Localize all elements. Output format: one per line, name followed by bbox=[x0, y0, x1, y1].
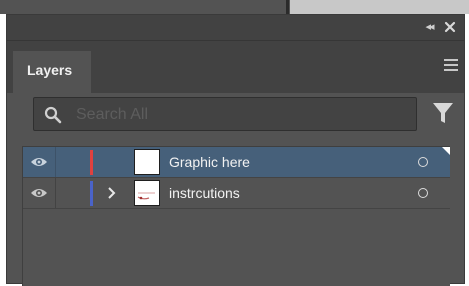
close-icon[interactable] bbox=[444, 21, 456, 33]
layer-name[interactable]: Graphic here bbox=[169, 154, 250, 170]
layer-row[interactable]: instrcutions bbox=[23, 178, 450, 209]
layer-thumbnail bbox=[134, 149, 160, 175]
background-light-area bbox=[290, 0, 469, 14]
chevron-right-icon[interactable] bbox=[105, 186, 117, 200]
layer-thumbnail bbox=[134, 180, 160, 206]
collapse-icon[interactable]: ◂◂ bbox=[422, 21, 436, 33]
layer-name[interactable]: instrcutions bbox=[169, 185, 240, 201]
search-input[interactable] bbox=[74, 102, 408, 128]
target-circle-icon[interactable] bbox=[418, 188, 428, 198]
eye-icon[interactable] bbox=[30, 155, 48, 169]
eye-icon[interactable] bbox=[30, 186, 48, 200]
tab-layers-label: Layers bbox=[27, 62, 73, 78]
background-dark-area bbox=[0, 0, 290, 14]
layers-list: Graphic here instrcutions bbox=[22, 146, 450, 286]
filter-icon[interactable] bbox=[432, 101, 454, 125]
search-box[interactable] bbox=[33, 97, 417, 131]
tab-layers[interactable]: Layers bbox=[13, 51, 91, 93]
search-icon bbox=[44, 106, 62, 124]
panel-titlebar[interactable]: ◂◂ bbox=[7, 15, 464, 41]
column-divider bbox=[55, 178, 56, 208]
layer-row[interactable]: Graphic here bbox=[23, 147, 450, 178]
thumbnail-art bbox=[137, 192, 155, 200]
selection-corner-indicator bbox=[442, 147, 450, 155]
layers-panel: ◂◂ Layers Search All Graphic here instrc… bbox=[6, 14, 465, 286]
layer-color-bar bbox=[90, 150, 93, 175]
panel-menu-icon[interactable] bbox=[444, 59, 458, 71]
panel-tab-row: Layers bbox=[7, 41, 464, 93]
layer-color-bar bbox=[90, 181, 93, 206]
target-circle-icon[interactable] bbox=[418, 157, 428, 167]
column-divider bbox=[55, 147, 56, 177]
background-divider bbox=[286, 0, 289, 14]
search-row bbox=[7, 93, 464, 143]
